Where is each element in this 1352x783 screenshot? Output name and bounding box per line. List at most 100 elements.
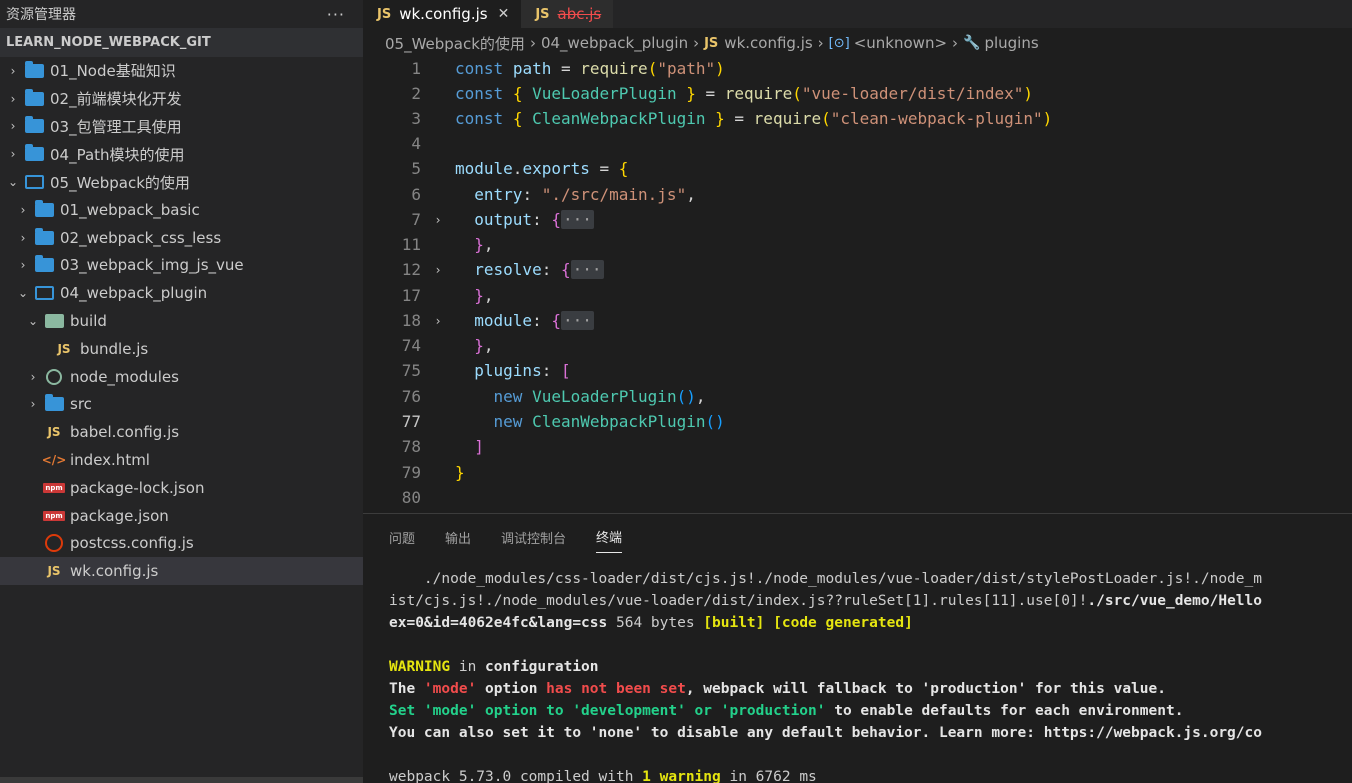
tree-item[interactable]: ⌄ build (0, 307, 363, 335)
code-text: plugins: [ (474, 361, 571, 381)
tree-item[interactable]: › 04_Path模块的使用 (0, 140, 363, 168)
tree-item[interactable]: › 01_webpack_basic (0, 196, 363, 224)
breadcrumb-symbol[interactable]: <unknown> (854, 34, 947, 52)
chevron-right-icon: › (10, 91, 16, 106)
tab-debug-console[interactable]: 调试控制台 (501, 522, 566, 553)
line-number: 4 (411, 134, 421, 154)
tree-item[interactable]: ⌄ 05_Webpack的使用 (0, 168, 363, 196)
tree-item[interactable]: </> index.html (0, 446, 363, 474)
tree-item[interactable]: postcss.config.js (0, 530, 363, 558)
folded-ellipsis[interactable]: ··· (560, 210, 594, 230)
js-file-icon: JS (47, 564, 61, 579)
node-modules-icon (44, 368, 64, 385)
line-number: 17 (401, 286, 421, 306)
tree-item[interactable]: › src (0, 391, 363, 419)
line-number: 3 (411, 109, 421, 129)
breadcrumb-folder[interactable]: 04_webpack_plugin (541, 34, 688, 52)
line-number: 2 (411, 84, 421, 104)
tree-item[interactable]: › 02_webpack_css_less (0, 224, 363, 252)
line-number: 7 (411, 210, 421, 230)
tree-item[interactable]: npm package-lock.json (0, 474, 363, 502)
tab-wk-config[interactable]: JS wk.config.js ✕ (363, 0, 522, 28)
tree-item-label: 02_前端模块化开发 (50, 90, 182, 109)
fold-chevron-icon[interactable]: › (421, 263, 455, 277)
code-text: }, (474, 286, 494, 306)
folder-icon (34, 227, 54, 246)
folder-open-icon (34, 285, 54, 301)
close-icon[interactable]: ✕ (498, 6, 510, 22)
npm-icon: npm (43, 510, 65, 521)
breadcrumb-symbol[interactable]: plugins (984, 34, 1038, 52)
chevron-right-icon: › (952, 34, 959, 52)
line-number: 76 (401, 387, 421, 407)
chevron-right-icon: › (693, 34, 700, 52)
breadcrumb-file[interactable]: wk.config.js (724, 34, 812, 52)
bottom-panel: 问题 输出 调试控制台 终端 ./node_modules/css-loader… (363, 513, 1352, 783)
tree-item-label: build (70, 312, 107, 331)
tree-item[interactable]: › 03_包管理工具使用 (0, 113, 363, 141)
line-number: 6 (411, 185, 421, 205)
code-text: new CleanWebpackPlugin() (493, 412, 725, 432)
tab-abc[interactable]: JS abc.js (521, 0, 614, 28)
html-file-icon: </> (41, 453, 67, 468)
breadcrumb-folder[interactable]: 05_Webpack的使用 (385, 33, 525, 54)
code-text: ] (474, 437, 484, 457)
tree-item[interactable]: › node_modules (0, 363, 363, 391)
fold-chevron-icon[interactable]: › (421, 314, 455, 328)
code-text: module.exports = { (455, 159, 629, 179)
code-line: 79 } (363, 460, 1352, 485)
js-file-icon: JS (47, 425, 61, 440)
tree-item-label: 03_webpack_img_js_vue (60, 256, 244, 275)
workspace-title[interactable]: LEARN_NODE_WEBPACK_GIT (0, 28, 363, 57)
tree-item-label: 02_webpack_css_less (60, 228, 222, 247)
tree-item[interactable]: npm package.json (0, 502, 363, 530)
code-line: 5 module.exports = { (363, 156, 1352, 181)
code-line: 1 const path = require("path") (363, 56, 1352, 81)
terminal-line: webpack 5.73.0 compiled with 1 warning i… (389, 769, 817, 783)
terminal-line: WARNING in configuration (389, 659, 599, 675)
fold-chevron-icon[interactable]: › (421, 213, 455, 227)
code-editor[interactable]: 1 const path = require("path") 2 const {… (363, 56, 1352, 511)
tree-item[interactable]: › 02_前端模块化开发 (0, 85, 363, 113)
terminal-line: The 'mode' option has not been set, webp… (389, 681, 1166, 697)
js-file-icon: JS (535, 6, 550, 22)
terminal-line: You can also set it to 'none' to disable… (389, 725, 1262, 741)
more-actions-icon[interactable]: ··· (327, 5, 345, 24)
folder-icon (34, 255, 54, 273)
folded-ellipsis[interactable]: ··· (570, 260, 604, 280)
tree-item[interactable]: ⌄ 04_webpack_plugin (0, 279, 363, 307)
sidebar-scrollbar[interactable] (0, 777, 363, 783)
folder-icon (24, 116, 44, 134)
code-text: module: {··· (474, 311, 594, 331)
tree-item[interactable]: › 03_webpack_img_js_vue (0, 252, 363, 280)
code-text: resolve: {··· (474, 260, 604, 280)
tree-item[interactable]: › 01_Node基础知识 (0, 57, 363, 85)
code-line: 17 }, (363, 283, 1352, 308)
line-number: 5 (411, 159, 421, 179)
explorer-header: 资源管理器 ··· (0, 0, 363, 28)
tab-terminal[interactable]: 终端 (596, 521, 623, 553)
terminal-output[interactable]: ./node_modules/css-loader/dist/cjs.js!./… (389, 568, 1352, 783)
tab-output[interactable]: 输出 (445, 522, 471, 553)
code-line: 6 entry: "./src/main.js", (363, 182, 1352, 207)
code-line: 75 plugins: [ (363, 358, 1352, 383)
tab-problems[interactable]: 问题 (389, 522, 415, 553)
tree-item[interactable]: JS bundle.js (0, 335, 363, 363)
code-line: 3 const { CleanWebpackPlugin } = require… (363, 106, 1352, 131)
tree-item[interactable]: JS wk.config.js (0, 557, 363, 586)
build-folder-icon (44, 313, 64, 329)
panel-tabs: 问题 输出 调试控制台 终端 (363, 514, 1352, 560)
tree-item-label: wk.config.js (70, 562, 159, 581)
code-line: 2 const { VueLoaderPlugin } = require("v… (363, 81, 1352, 106)
code-text: entry: "./src/main.js", (474, 185, 696, 205)
code-line: 78 ] (363, 434, 1352, 459)
line-number: 78 (401, 437, 421, 457)
terminal-line: ./node_modules/css-loader/dist/cjs.js!./… (389, 571, 1262, 587)
tree-item[interactable]: JS babel.config.js (0, 418, 363, 446)
terminal-line: Set 'mode' option to 'development' or 'p… (389, 703, 1184, 719)
tree-item-label: 04_webpack_plugin (60, 284, 208, 303)
tree-item-label: package.json (70, 506, 169, 525)
js-file-icon: JS (377, 6, 392, 22)
folded-ellipsis[interactable]: ··· (560, 311, 594, 331)
